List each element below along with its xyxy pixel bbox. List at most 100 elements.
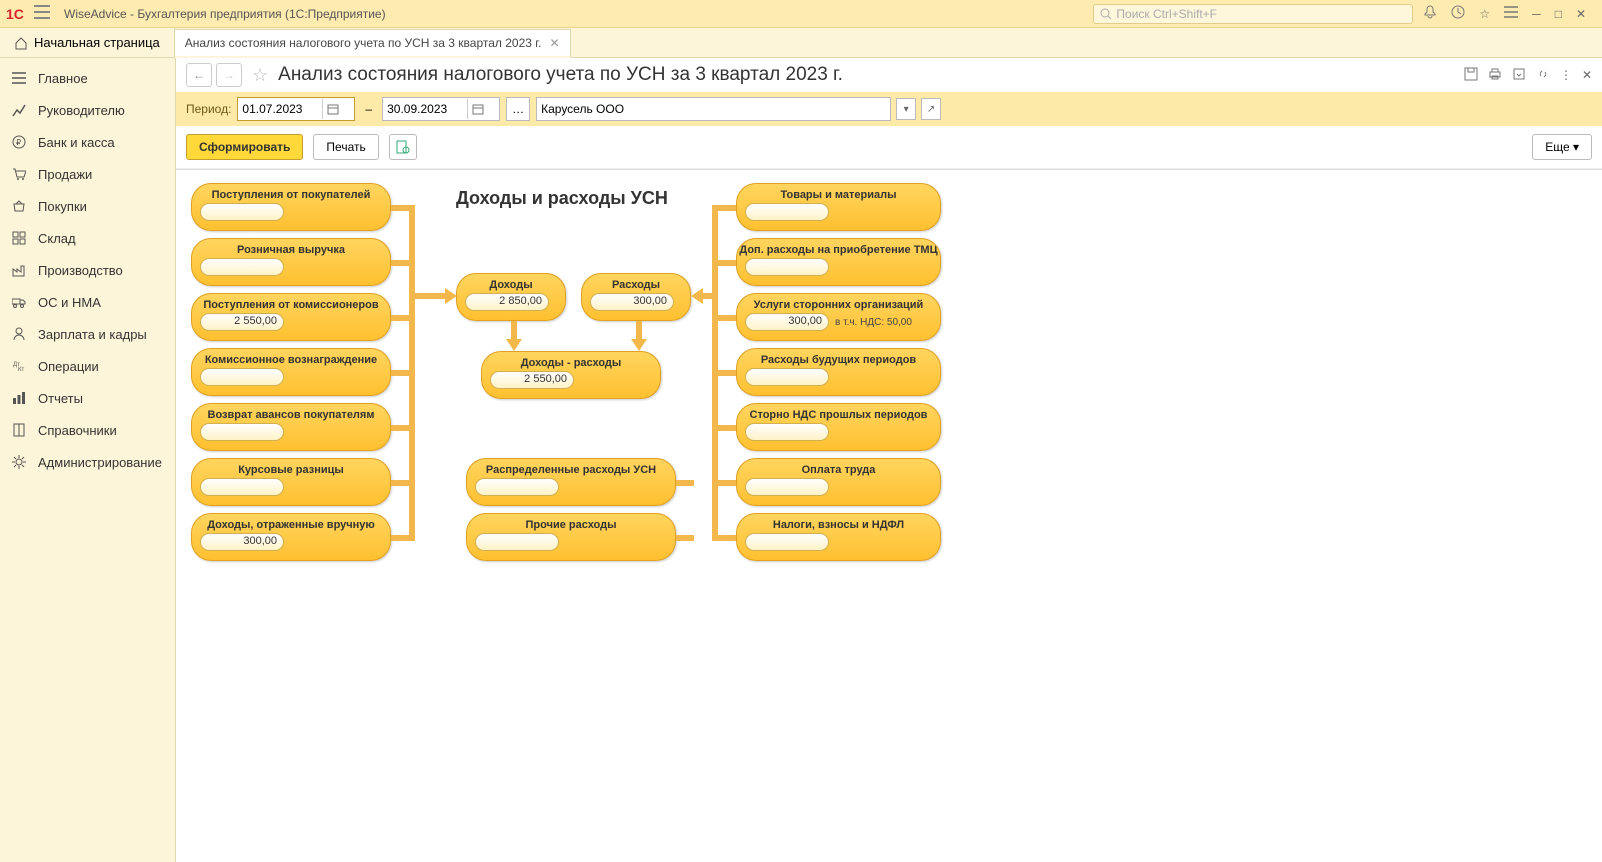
node-label: Услуги сторонних организаций <box>737 294 940 311</box>
nav-forward-button[interactable]: → <box>216 63 242 87</box>
nav-back-button[interactable]: ← <box>186 63 212 87</box>
left-node-4[interactable]: Возврат авансов покупателям <box>191 403 391 451</box>
node-label: Прочие расходы <box>467 514 675 531</box>
sidebar-icon: ₽ <box>10 133 28 151</box>
right-node-5[interactable]: Оплата труда <box>736 458 941 506</box>
app-title: WiseAdvice - Бухгалтерия предприятия (1С… <box>56 7 394 21</box>
node-label: Доходы, отраженные вручную <box>192 514 390 531</box>
sidebar-icon <box>10 421 28 439</box>
income-node[interactable]: Доходы2 850,00 <box>456 273 566 321</box>
node-label: Расходы будущих периодов <box>737 349 940 366</box>
sidebar-item-1[interactable]: Руководителю <box>0 94 175 126</box>
tab-bar: Начальная страница Анализ состояния нало… <box>0 28 1602 58</box>
bell-icon[interactable] <box>1423 5 1437 22</box>
minimize-icon[interactable]: ─ <box>1532 7 1541 21</box>
sidebar-icon <box>10 101 28 119</box>
left-node-3[interactable]: Комиссионное вознаграждение <box>191 348 391 396</box>
print-icon[interactable] <box>1488 67 1502 84</box>
history-icon[interactable] <box>1451 5 1465 22</box>
star-icon[interactable]: ☆ <box>1479 7 1490 21</box>
export-icon[interactable] <box>1512 67 1526 84</box>
date-to-input[interactable] <box>387 102 467 116</box>
sidebar-icon <box>10 389 28 407</box>
node-label: Доходы - расходы <box>482 352 660 369</box>
print-button[interactable]: Печать <box>313 134 378 160</box>
node-label: Сторно НДС прошлых периодов <box>737 404 940 421</box>
sidebar-item-2[interactable]: ₽Банк и касса <box>0 126 175 158</box>
sidebar-item-6[interactable]: Производство <box>0 254 175 286</box>
sidebar-item-5[interactable]: Склад <box>0 222 175 254</box>
right-node-4[interactable]: Сторно НДС прошлых периодов <box>736 403 941 451</box>
tab-active[interactable]: Анализ состояния налогового учета по УСН… <box>175 29 571 58</box>
menu-icon[interactable] <box>1504 6 1518 21</box>
favorite-star-icon[interactable]: ☆ <box>252 65 268 86</box>
right-node-6[interactable]: Налоги, взносы и НДФЛ <box>736 513 941 561</box>
left-node-2[interactable]: Поступления от комиссионеров2 550,00 <box>191 293 391 341</box>
close-window-icon[interactable]: ✕ <box>1576 7 1586 21</box>
close-content-icon[interactable]: ✕ <box>1582 68 1592 82</box>
period-label: Период: <box>186 102 231 116</box>
other-node[interactable]: Прочие расходы <box>466 513 676 561</box>
more-icon[interactable]: ⋮ <box>1560 68 1572 82</box>
node-label: Доходы <box>457 274 565 291</box>
sidebar-item-label: Отчеты <box>38 391 83 406</box>
expense-node[interactable]: Расходы300,00 <box>581 273 691 321</box>
right-node-2[interactable]: Услуги сторонних организаций300,00в т.ч.… <box>736 293 941 341</box>
right-node-0[interactable]: Товары и материалы <box>736 183 941 231</box>
sidebar-icon <box>10 293 28 311</box>
tab-home[interactable]: Начальная страница <box>0 28 175 57</box>
sidebar-item-9[interactable]: ДтКтОперации <box>0 350 175 382</box>
organization-open-button[interactable]: ↗ <box>921 98 941 120</box>
sidebar-item-12[interactable]: Администрирование <box>0 446 175 478</box>
content-area: ← → ☆ Анализ состояния налогового учета … <box>176 58 1602 862</box>
node-label: Комиссионное вознаграждение <box>192 349 390 366</box>
left-node-0[interactable]: Поступления от покупателей <box>191 183 391 231</box>
calendar-from-icon[interactable] <box>322 99 342 119</box>
more-button[interactable]: Еще ▾ <box>1532 134 1592 160</box>
organization-dropdown-button[interactable]: ▾ <box>896 98 916 120</box>
period-picker-button[interactable]: … <box>506 97 530 121</box>
date-from-field[interactable] <box>237 97 355 121</box>
sidebar-item-11[interactable]: Справочники <box>0 414 175 446</box>
tab-close-icon[interactable]: ✕ <box>550 36 560 50</box>
maximize-icon[interactable]: □ <box>1555 7 1562 21</box>
node-extra: в т.ч. НДС: 50,00 <box>835 317 912 328</box>
sidebar-item-label: Главное <box>38 71 88 86</box>
sidebar-item-3[interactable]: Продажи <box>0 158 175 190</box>
date-from-input[interactable] <box>242 102 322 116</box>
sidebar: ГлавноеРуководителю₽Банк и кассаПродажиП… <box>0 58 176 862</box>
diff-node[interactable]: Доходы - расходы2 550,00 <box>481 351 661 399</box>
date-to-field[interactable] <box>382 97 500 121</box>
sidebar-item-0[interactable]: Главное <box>0 62 175 94</box>
sidebar-item-4[interactable]: Покупки <box>0 190 175 222</box>
organization-input[interactable] <box>541 102 886 116</box>
node-label: Товары и материалы <box>737 184 940 201</box>
global-search[interactable]: Поиск Ctrl+Shift+F <box>1093 4 1413 24</box>
save-icon[interactable] <box>1464 67 1478 84</box>
sidebar-icon <box>10 325 28 343</box>
organization-field[interactable] <box>536 97 891 121</box>
generate-button[interactable]: Сформировать <box>186 134 303 160</box>
main-menu-icon[interactable] <box>34 5 56 22</box>
sidebar-item-8[interactable]: Зарплата и кадры <box>0 318 175 350</box>
preview-button[interactable] <box>389 134 417 160</box>
sidebar-item-7[interactable]: ОС и НМА <box>0 286 175 318</box>
calendar-to-icon[interactable] <box>467 99 487 119</box>
node-value: 300,00 <box>590 293 674 311</box>
sidebar-item-label: Справочники <box>38 423 117 438</box>
dist-node[interactable]: Распределенные расходы УСН <box>466 458 676 506</box>
sidebar-item-label: Производство <box>38 263 123 278</box>
sidebar-item-label: Руководителю <box>38 103 125 118</box>
search-placeholder: Поиск Ctrl+Shift+F <box>1116 7 1217 21</box>
node-value <box>475 533 559 551</box>
sidebar-item-10[interactable]: Отчеты <box>0 382 175 414</box>
left-node-6[interactable]: Доходы, отраженные вручную300,00 <box>191 513 391 561</box>
right-node-3[interactable]: Расходы будущих периодов <box>736 348 941 396</box>
link-icon[interactable] <box>1536 67 1550 84</box>
left-node-5[interactable]: Курсовые разницы <box>191 458 391 506</box>
left-node-1[interactable]: Розничная выручка <box>191 238 391 286</box>
tab-home-label: Начальная страница <box>34 35 160 50</box>
flow-title: Доходы и расходы УСН <box>456 188 668 209</box>
right-node-1[interactable]: Доп. расходы на приобретение ТМЦ <box>736 238 941 286</box>
node-value: 2 550,00 <box>200 313 284 331</box>
